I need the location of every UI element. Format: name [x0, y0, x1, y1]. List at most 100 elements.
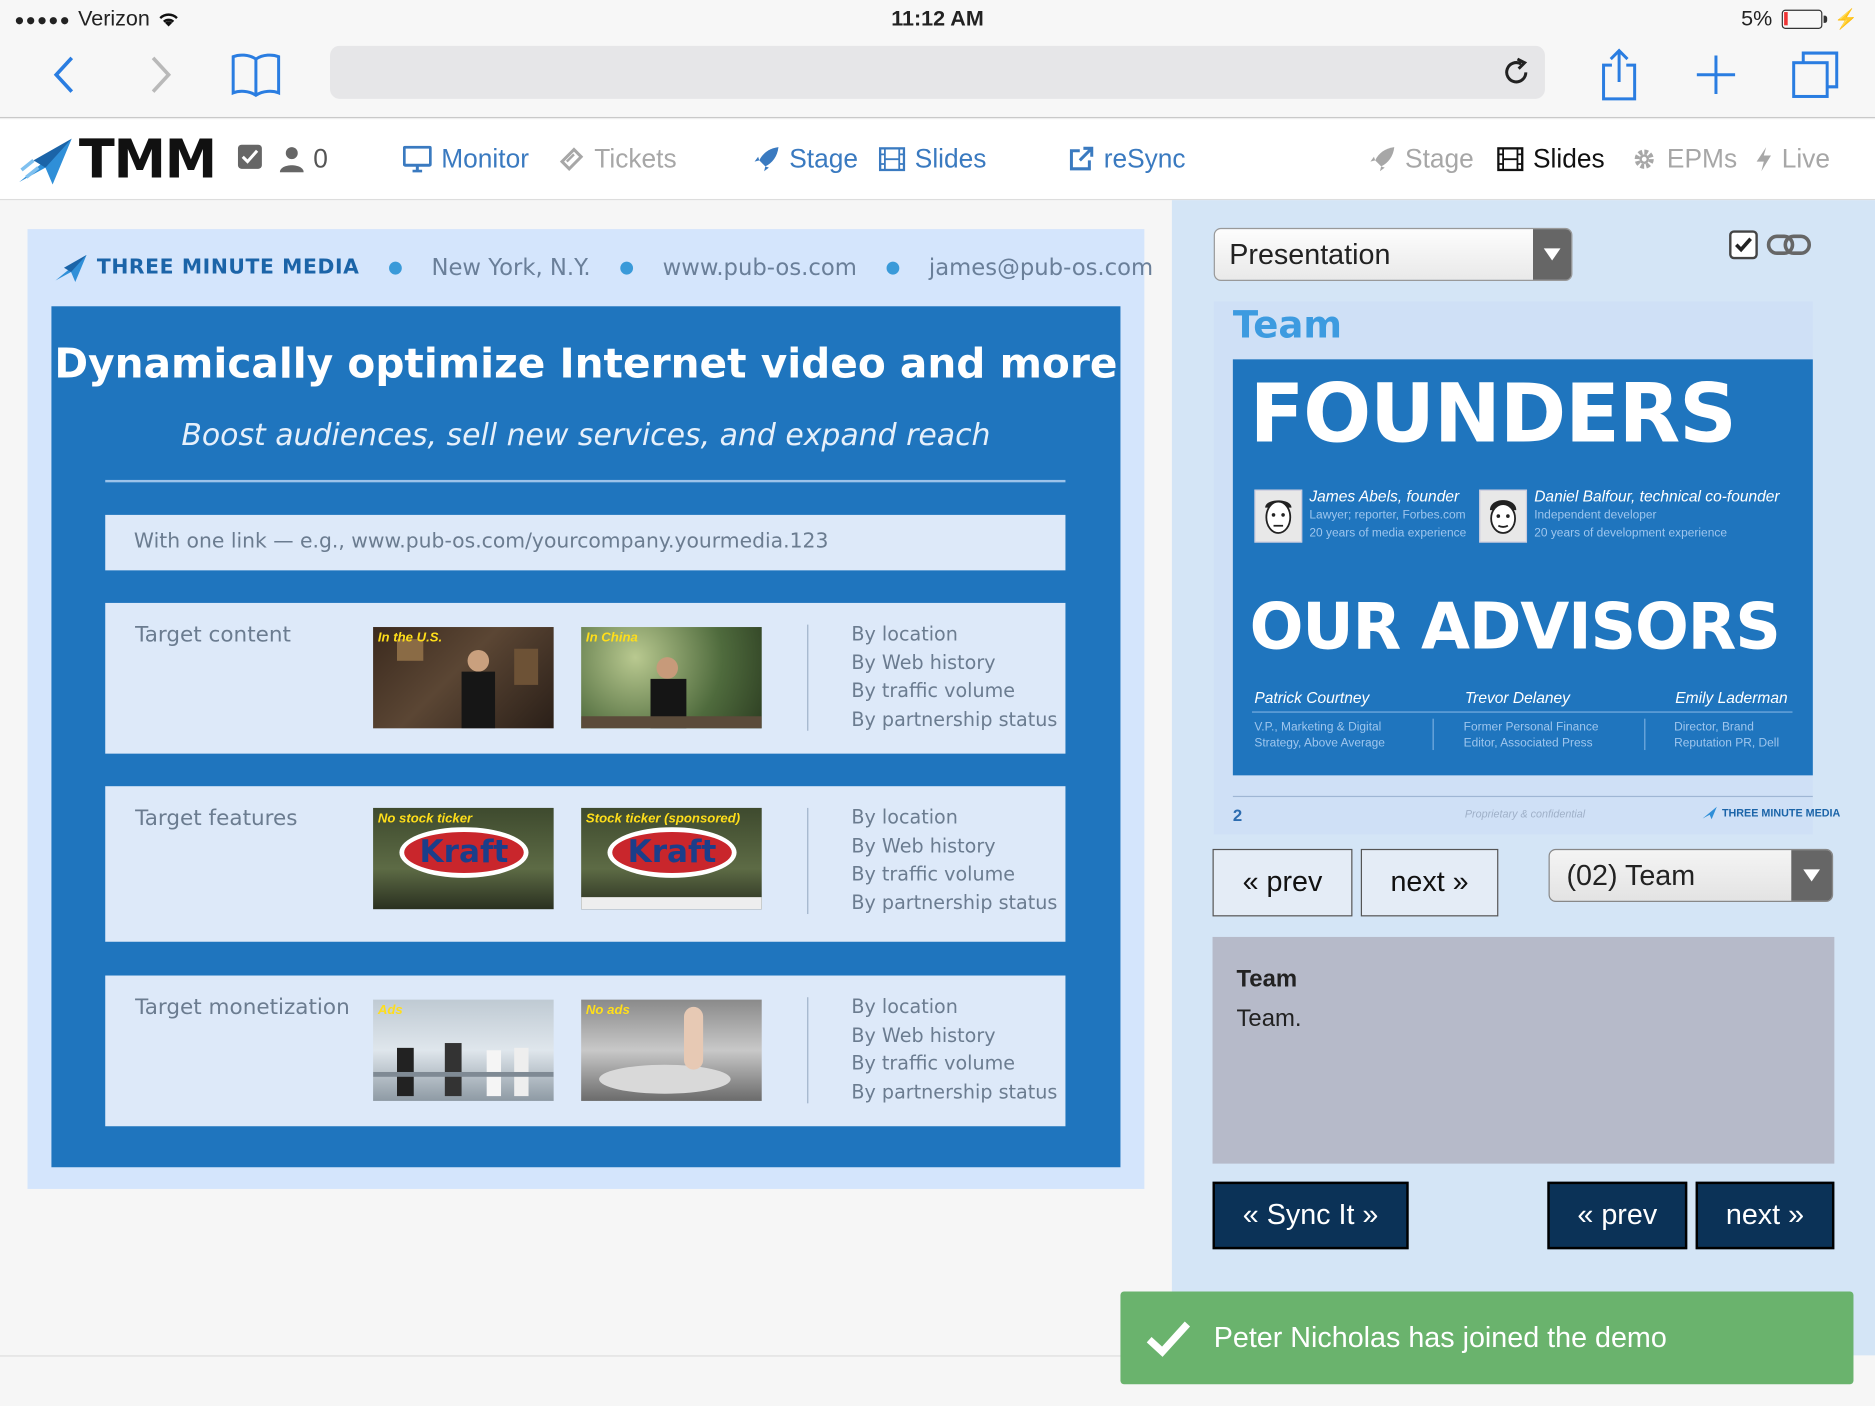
book-icon: [231, 53, 281, 98]
slide-select[interactable]: (02) Team: [1548, 848, 1834, 902]
criteria-item: By location: [851, 805, 958, 829]
live-prev-button[interactable]: « prev: [1547, 1181, 1688, 1250]
slide-content: Dynamically optimize Internet video and …: [51, 306, 1121, 1168]
video-thumbnail: Kraft Stock ticker (sponsored): [581, 807, 762, 910]
bookmarks-button[interactable]: [227, 48, 284, 101]
thumb-tag: In China: [585, 630, 638, 646]
criteria-item: By Web history: [851, 1023, 996, 1047]
tabs-button[interactable]: [1787, 48, 1844, 101]
video-thumbnail: Kraft No stock ticker: [373, 807, 554, 910]
address-bar[interactable]: [330, 45, 1545, 99]
nav-epms[interactable]: EPMs: [1631, 143, 1737, 174]
advisor-detail: Reputation PR, Dell: [1674, 736, 1780, 751]
nav-stage-label: Stage: [789, 143, 858, 174]
criteria-item: By partnership status: [851, 1079, 1058, 1103]
sync-it-button[interactable]: « Sync It »: [1212, 1181, 1409, 1250]
kraft-sign: Kraft: [399, 827, 529, 878]
nav-live[interactable]: Live: [1755, 143, 1830, 174]
nav-slides[interactable]: Slides: [878, 143, 987, 174]
join-notification-toast[interactable]: Peter Nicholas has joined the demo: [1120, 1291, 1854, 1385]
slide-stage: THREE MINUTE MEDIA ● New York, N.Y. ● ww…: [27, 229, 1153, 1189]
bolt-icon: [1756, 147, 1771, 172]
preview-advisors-heading: OUR ADVISORS: [1249, 590, 1781, 665]
nav-monitor[interactable]: Monitor: [402, 143, 529, 174]
separator-dot: ●: [388, 258, 403, 278]
thumb-tag: In the U.S.: [377, 630, 443, 646]
select-all-checkbox[interactable]: [237, 143, 263, 170]
nav-right-slides[interactable]: Slides: [1497, 143, 1605, 174]
charging-icon: ⚡: [1834, 9, 1859, 30]
target-row: Target features Kraft No stock ticker Kr…: [105, 786, 1066, 942]
notes-title: Team: [1236, 965, 1298, 993]
nav-right-slides-label: Slides: [1533, 143, 1605, 174]
notes-text: Team.: [1236, 1005, 1302, 1033]
speaker-notes: Team Team.: [1212, 936, 1835, 1164]
preview-prev-button[interactable]: « prev: [1212, 848, 1353, 917]
logo-text: TMM: [78, 129, 217, 191]
share-button[interactable]: [1590, 48, 1647, 101]
video-thumbnail: No ads: [581, 999, 762, 1101]
nav-stage[interactable]: Stage: [753, 143, 858, 174]
battery-icon: [1781, 9, 1828, 29]
nav-slides-label: Slides: [914, 143, 987, 174]
status-bar: ●●●●● Verizon 11:12 AM 5% ⚡: [0, 0, 1875, 39]
gear-icon: [1634, 149, 1654, 169]
chain-link-icon[interactable]: [1766, 230, 1812, 259]
link-toggle-checkbox[interactable]: [1729, 230, 1758, 260]
slide-title: Dynamically optimize Internet video and …: [54, 340, 1118, 389]
forward-button[interactable]: [132, 48, 189, 101]
preview-footer-brand: THREE MINUTE MEDIA: [1702, 805, 1840, 820]
checkmark-icon: [1735, 237, 1752, 253]
new-tab-button[interactable]: [1687, 48, 1744, 101]
slide-header: THREE MINUTE MEDIA ● New York, N.Y. ● ww…: [28, 229, 1153, 306]
row-divider: [807, 624, 809, 731]
founder-avatar: [1254, 489, 1303, 543]
ticket-icon: [559, 147, 584, 171]
thumb-tag: Ads: [377, 1003, 403, 1018]
slide-location: New York, N.Y.: [431, 254, 591, 281]
face-icon: [1265, 500, 1292, 534]
criteria-item: By Web history: [851, 833, 996, 857]
nav-resync-label: reSync: [1103, 143, 1186, 174]
nav-monitor-label: Monitor: [441, 143, 529, 174]
slide-brand: THREE MINUTE MEDIA: [54, 252, 360, 283]
chevron-down-icon: [1533, 229, 1572, 280]
nav-right-stage-label: Stage: [1405, 143, 1474, 174]
preview-next-button[interactable]: next »: [1360, 848, 1499, 917]
tmm-logo[interactable]: TMM: [17, 129, 217, 191]
target-row: Target monetization Ads No ads By locati…: [105, 975, 1066, 1127]
nav-tickets-label: Tickets: [594, 143, 677, 174]
criteria-item: By partnership status: [851, 890, 1058, 914]
criteria-item: By partnership status: [851, 707, 1058, 731]
battery-percent: 5%: [1741, 6, 1773, 31]
separator-dot: ●: [885, 258, 901, 278]
nav-tickets[interactable]: Tickets: [558, 143, 677, 174]
nav-resync[interactable]: reSync: [1068, 143, 1186, 174]
nav-right-stage[interactable]: Stage: [1369, 143, 1474, 174]
tabs-icon: [1792, 51, 1839, 98]
slide-website: www.pub-os.com: [662, 254, 857, 281]
control-panel: Presentation Team FOUNDERS James Abels, …: [1171, 200, 1875, 1356]
founder-name: Daniel Balfour, technical co-founder: [1534, 487, 1780, 506]
founder-detail: Lawyer; reporter, Forbes.com: [1309, 508, 1466, 523]
slide-email: james@pub-os.com: [928, 254, 1154, 281]
slide-select-value: (02) Team: [1566, 859, 1696, 893]
advisor-detail: Strategy, Above Average: [1254, 736, 1385, 751]
advisor-name: Patrick Courtney: [1254, 688, 1370, 707]
share-icon: [1602, 48, 1637, 101]
slide-preview[interactable]: Team FOUNDERS James Abels, founder Lawye…: [1213, 301, 1840, 835]
toast-message: Peter Nicholas has joined the demo: [1213, 1320, 1667, 1354]
nav-live-label: Live: [1781, 143, 1830, 174]
founder-detail: 20 years of development experience: [1534, 526, 1727, 541]
row-label: Target monetization: [135, 994, 350, 1021]
status-right: 5% ⚡: [1741, 6, 1858, 31]
criteria-item: By traffic volume: [851, 678, 1016, 702]
live-next-button[interactable]: next »: [1695, 1181, 1835, 1250]
link-example-box: With one link — e.g., www.pub-os.com/you…: [105, 514, 1066, 571]
back-button[interactable]: [36, 48, 93, 101]
external-link-icon: [1069, 146, 1094, 171]
presentation-select-value: Presentation: [1229, 238, 1391, 272]
reload-icon[interactable]: [1500, 55, 1533, 89]
row-label: Target content: [135, 622, 291, 648]
presentation-select[interactable]: Presentation: [1213, 227, 1573, 281]
